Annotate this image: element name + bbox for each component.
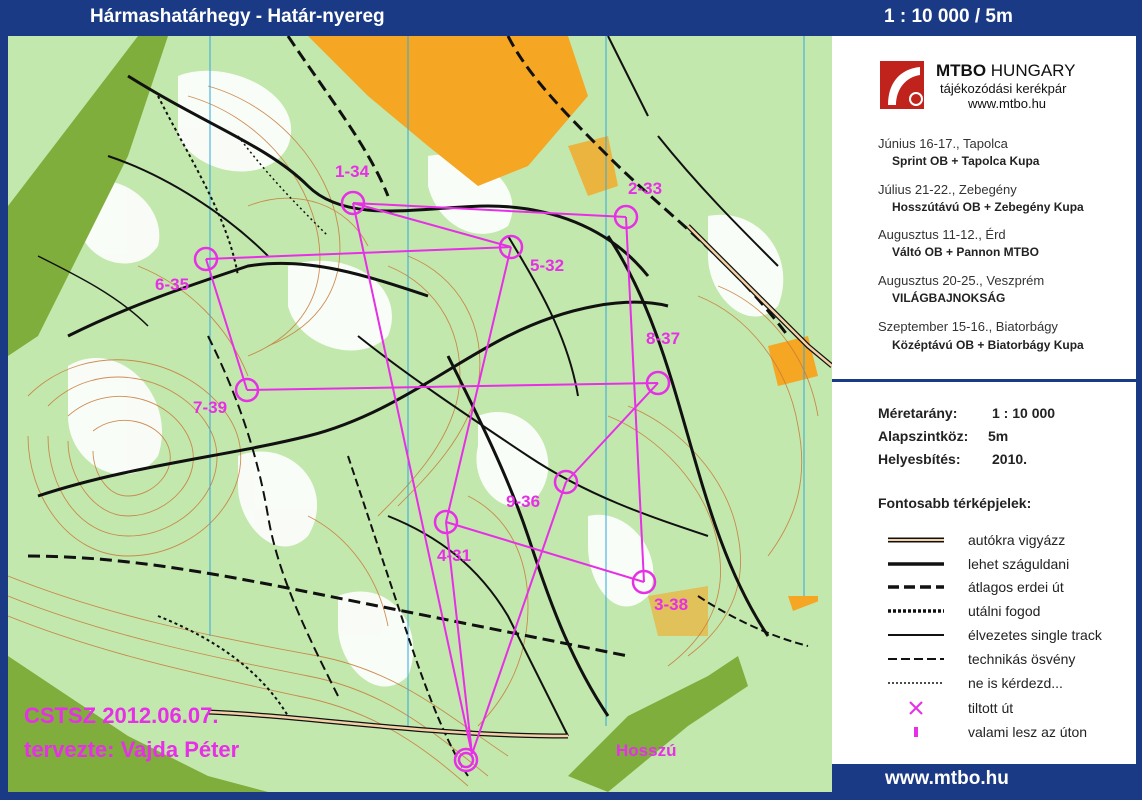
forbidden-cross-icon bbox=[909, 701, 923, 715]
thin-solid-line-icon bbox=[888, 634, 944, 636]
legend-title: Fontosabb térképjelek: bbox=[878, 495, 1032, 511]
frame-left bbox=[0, 0, 8, 800]
legend-label: tiltott út bbox=[968, 700, 1014, 716]
map-title: Hármashatárhegy - Határ-nyereg bbox=[90, 6, 385, 27]
event-place: Augusztus 20-25., Veszprém bbox=[878, 273, 1045, 288]
legend-label: élvezetes single track bbox=[968, 627, 1102, 643]
scale-value: 1 : 10 000 bbox=[992, 405, 1056, 421]
legend-label: lehet száguldani bbox=[968, 556, 1070, 572]
map-scale-header: 1 : 10 000 / 5m bbox=[884, 6, 1013, 27]
event-title: Hosszútávú OB + Zebegény Kupa bbox=[892, 200, 1084, 214]
credit-date: CSTSZ 2012.06.07. bbox=[24, 703, 219, 728]
panel-divider bbox=[832, 379, 1136, 382]
orienteering-map[interactable]: 1-34 2-33 5-32 6-35 8-37 7-39 9-36 4-31 … bbox=[8, 36, 832, 792]
event-place: Június 16-17., Tapolca bbox=[878, 136, 1008, 151]
frame-right bbox=[1136, 0, 1142, 800]
logo-subtitle: tájékozódási kerékpár bbox=[940, 81, 1067, 96]
credit-author: tervezte: Vajda Péter bbox=[24, 737, 240, 762]
revision-label: Helyesbítés: bbox=[878, 451, 961, 467]
event-place: Augusztus 11-12., Érd bbox=[878, 227, 1006, 242]
info-panel: MTBO HUNGARY tájékozódási kerékpár www.m… bbox=[832, 36, 1136, 764]
event-title: Váltó OB + Pannon MTBO bbox=[892, 245, 1040, 259]
thin-dotted-line-icon bbox=[888, 682, 944, 684]
footer-url[interactable]: www.mtbo.hu bbox=[885, 768, 1009, 790]
event-title: Sprint OB + Tapolca Kupa bbox=[892, 154, 1040, 168]
thin-dashed-line-icon bbox=[888, 658, 944, 660]
legend-label: átlagos erdei út bbox=[968, 579, 1064, 595]
label-8-37: 8-37 bbox=[646, 329, 680, 348]
legend-label: ne is kérdezd... bbox=[968, 675, 1063, 691]
label-2-33: 2-33 bbox=[628, 179, 662, 198]
revision-value: 2010. bbox=[992, 451, 1028, 467]
road-symbol-icon bbox=[888, 537, 944, 543]
mtbo-logo-icon bbox=[880, 61, 924, 109]
label-9-36: 9-36 bbox=[506, 492, 540, 511]
legend-label: autókra vigyázz bbox=[968, 532, 1066, 548]
thick-dashed-line-icon bbox=[888, 585, 944, 589]
label-3-38: 3-38 bbox=[654, 595, 688, 614]
course-name: Hosszú bbox=[616, 741, 676, 760]
logo-brand: MTBO HUNGARY bbox=[936, 61, 1076, 80]
label-6-35: 6-35 bbox=[155, 275, 189, 294]
scale-label: Méretarány: bbox=[878, 405, 958, 421]
label-5-32: 5-32 bbox=[530, 256, 564, 275]
thick-solid-line-icon bbox=[888, 562, 944, 566]
event-place: Szeptember 15-16., Biatorbágy bbox=[878, 319, 1058, 334]
legend-label: valami lesz az úton bbox=[968, 724, 1088, 740]
legend-label: utálni fogod bbox=[968, 603, 1041, 619]
logo-url[interactable]: www.mtbo.hu bbox=[968, 96, 1046, 111]
obstacle-bar-icon bbox=[914, 727, 918, 737]
thick-dotted-line-icon bbox=[888, 609, 944, 613]
legend-label: technikás ösvény bbox=[968, 651, 1076, 667]
label-4-31: 4-31 bbox=[437, 546, 471, 565]
contour-value: 5m bbox=[988, 428, 1009, 444]
frame-bottom bbox=[0, 792, 832, 800]
event-place: Július 21-22., Zebegény bbox=[878, 182, 1017, 197]
map-frame: 1-34 2-33 5-32 6-35 8-37 7-39 9-36 4-31 … bbox=[0, 0, 1142, 800]
event-title: VILÁGBAJNOKSÁG bbox=[892, 291, 1006, 305]
label-1-34: 1-34 bbox=[335, 162, 370, 181]
label-7-39: 7-39 bbox=[193, 398, 227, 417]
contour-label: Alapszintköz: bbox=[878, 428, 969, 444]
event-title: Középtávú OB + Biatorbágy Kupa bbox=[892, 338, 1084, 352]
